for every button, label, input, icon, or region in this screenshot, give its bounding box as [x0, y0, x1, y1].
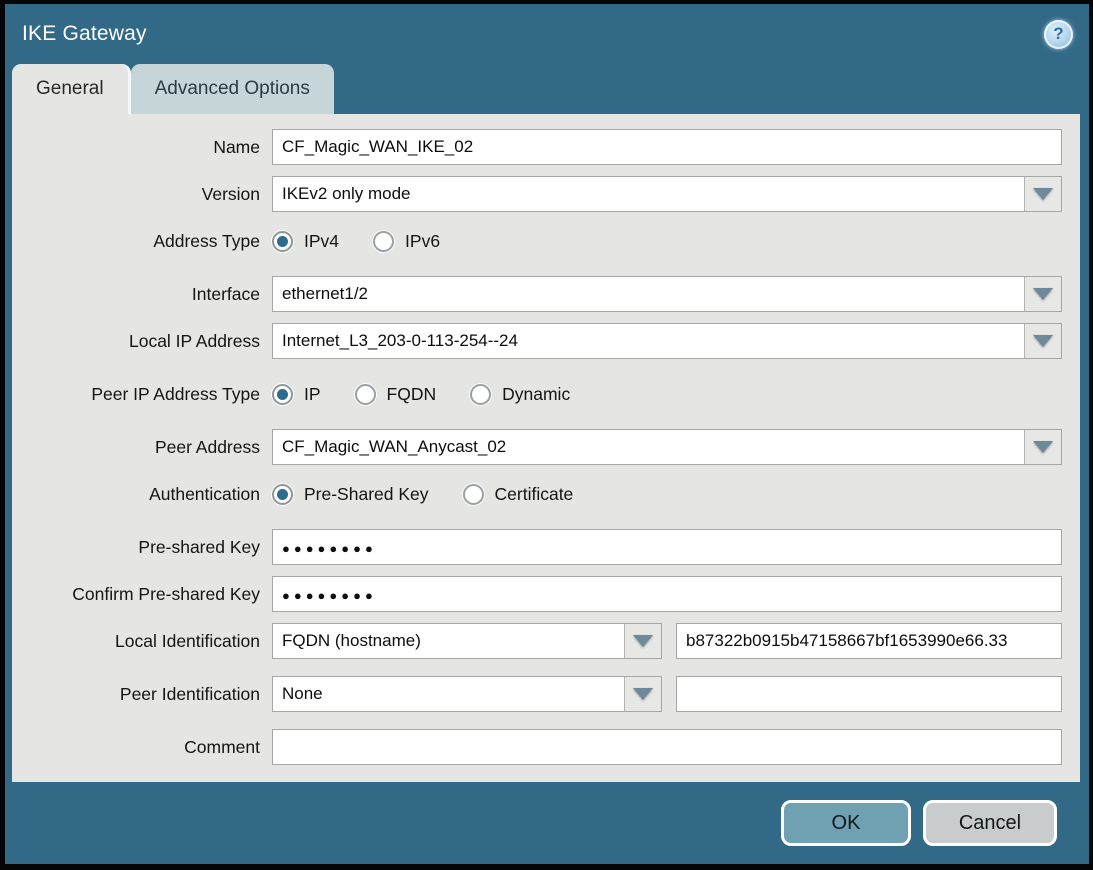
tab-general[interactable]: General — [12, 64, 128, 114]
tab-bar: General Advanced Options — [5, 64, 1089, 114]
chevron-down-icon — [1033, 188, 1053, 200]
peer-identification-type-input[interactable] — [273, 677, 624, 711]
radio-ipv6-label: IPv6 — [405, 231, 440, 252]
radio-ip-selected[interactable] — [272, 384, 293, 405]
tab-advanced-options[interactable]: Advanced Options — [131, 64, 334, 114]
name-input[interactable] — [272, 129, 1062, 165]
version-dropdown-button[interactable] — [1024, 177, 1061, 211]
form-row-peer-address: Peer Address — [12, 429, 1062, 465]
radio-option-ipv6[interactable]: IPv6 — [373, 231, 440, 252]
help-glyph: ? — [1053, 24, 1063, 44]
confirm-preshared-key-label: Confirm Pre-shared Key — [12, 584, 272, 605]
chevron-down-icon — [633, 635, 653, 647]
chevron-down-icon — [1033, 335, 1053, 347]
peer-ip-type-label: Peer IP Address Type — [12, 384, 272, 405]
radio-ipv4-label: IPv4 — [304, 231, 339, 252]
form-row-peer-ip-type: Peer IP Address Type IP FQDN Dynamic — [12, 376, 1062, 412]
peer-identification-dropdown-button[interactable] — [624, 677, 661, 711]
form-row-comment: Comment — [12, 729, 1062, 765]
interface-dropdown-button[interactable] — [1024, 277, 1061, 311]
confirm-preshared-key-input[interactable] — [272, 576, 1062, 612]
radio-fqdn-label: FQDN — [387, 384, 437, 405]
radio-dynamic-label: Dynamic — [502, 384, 570, 405]
interface-dropdown[interactable] — [272, 276, 1062, 312]
preshared-key-label: Pre-shared Key — [12, 537, 272, 558]
peer-address-dropdown-button[interactable] — [1024, 430, 1061, 464]
form-row-peer-identification: Peer Identification — [12, 676, 1062, 712]
version-label: Version — [12, 184, 272, 205]
radio-option-fqdn[interactable]: FQDN — [355, 384, 437, 405]
local-identification-type-dropdown[interactable] — [272, 623, 662, 659]
radio-option-ipv4[interactable]: IPv4 — [272, 231, 339, 252]
radio-certificate[interactable] — [463, 484, 484, 505]
form-row-authentication: Authentication Pre-Shared Key Certificat… — [12, 476, 1062, 512]
peer-address-dropdown[interactable] — [272, 429, 1062, 465]
authentication-label: Authentication — [12, 484, 272, 505]
dialog-footer: OK Cancel — [5, 782, 1089, 864]
title-bar: IKE Gateway ? — [5, 4, 1089, 64]
form-row-preshared-key: Pre-shared Key — [12, 529, 1062, 565]
chevron-down-icon — [1033, 441, 1053, 453]
cancel-button[interactable]: Cancel — [923, 800, 1057, 846]
peer-identification-value-input[interactable] — [676, 676, 1062, 712]
radio-pre-shared-key-label: Pre-Shared Key — [304, 484, 429, 505]
local-identification-label: Local Identification — [12, 631, 272, 652]
radio-certificate-label: Certificate — [495, 484, 574, 505]
form-row-local-identification: Local Identification — [12, 623, 1062, 659]
radio-fqdn[interactable] — [355, 384, 376, 405]
local-identification-dropdown-button[interactable] — [624, 624, 661, 658]
dialog-title: IKE Gateway — [22, 22, 147, 46]
local-identification-type-input[interactable] — [273, 624, 624, 658]
peer-identification-type-dropdown[interactable] — [272, 676, 662, 712]
radio-ipv4-selected[interactable] — [272, 231, 293, 252]
name-label: Name — [12, 137, 272, 158]
local-ip-input[interactable] — [273, 324, 1024, 358]
radio-option-ip[interactable]: IP — [272, 384, 321, 405]
ike-gateway-dialog: IKE Gateway ? General Advanced Options N… — [5, 4, 1089, 864]
ok-button[interactable]: OK — [781, 800, 911, 846]
version-input[interactable] — [273, 177, 1024, 211]
local-ip-label: Local IP Address — [12, 331, 272, 352]
address-type-label: Address Type — [12, 231, 272, 252]
tab-general-label: General — [36, 78, 104, 100]
form-row-name: Name — [12, 129, 1062, 165]
radio-ip-label: IP — [304, 384, 321, 405]
comment-input[interactable] — [272, 729, 1062, 765]
peer-identification-label: Peer Identification — [12, 684, 272, 705]
interface-input[interactable] — [273, 277, 1024, 311]
radio-dynamic[interactable] — [470, 384, 491, 405]
form-row-interface: Interface — [12, 276, 1062, 312]
local-ip-dropdown-button[interactable] — [1024, 324, 1061, 358]
local-identification-value-input[interactable] — [676, 623, 1062, 659]
form-row-version: Version — [12, 176, 1062, 212]
chevron-down-icon — [633, 688, 653, 700]
general-tab-panel: Name Version Address Type — [12, 114, 1080, 782]
radio-option-pre-shared-key[interactable]: Pre-Shared Key — [272, 484, 429, 505]
radio-option-certificate[interactable]: Certificate — [463, 484, 574, 505]
help-icon[interactable]: ? — [1044, 20, 1073, 49]
preshared-key-input[interactable] — [272, 529, 1062, 565]
peer-ip-type-radio-group: IP FQDN Dynamic — [272, 384, 570, 405]
tab-advanced-options-label: Advanced Options — [155, 78, 310, 100]
peer-address-input[interactable] — [273, 430, 1024, 464]
version-dropdown[interactable] — [272, 176, 1062, 212]
radio-ipv6[interactable] — [373, 231, 394, 252]
form-row-address-type: Address Type IPv4 IPv6 — [12, 223, 1062, 259]
peer-address-label: Peer Address — [12, 437, 272, 458]
radio-option-dynamic[interactable]: Dynamic — [470, 384, 570, 405]
address-type-radio-group: IPv4 IPv6 — [272, 231, 440, 252]
form-row-confirm-preshared-key: Confirm Pre-shared Key — [12, 576, 1062, 612]
chevron-down-icon — [1033, 288, 1053, 300]
authentication-radio-group: Pre-Shared Key Certificate — [272, 484, 573, 505]
radio-pre-shared-key-selected[interactable] — [272, 484, 293, 505]
form-row-local-ip: Local IP Address — [12, 323, 1062, 359]
interface-label: Interface — [12, 284, 272, 305]
comment-label: Comment — [12, 737, 272, 758]
local-ip-dropdown[interactable] — [272, 323, 1062, 359]
